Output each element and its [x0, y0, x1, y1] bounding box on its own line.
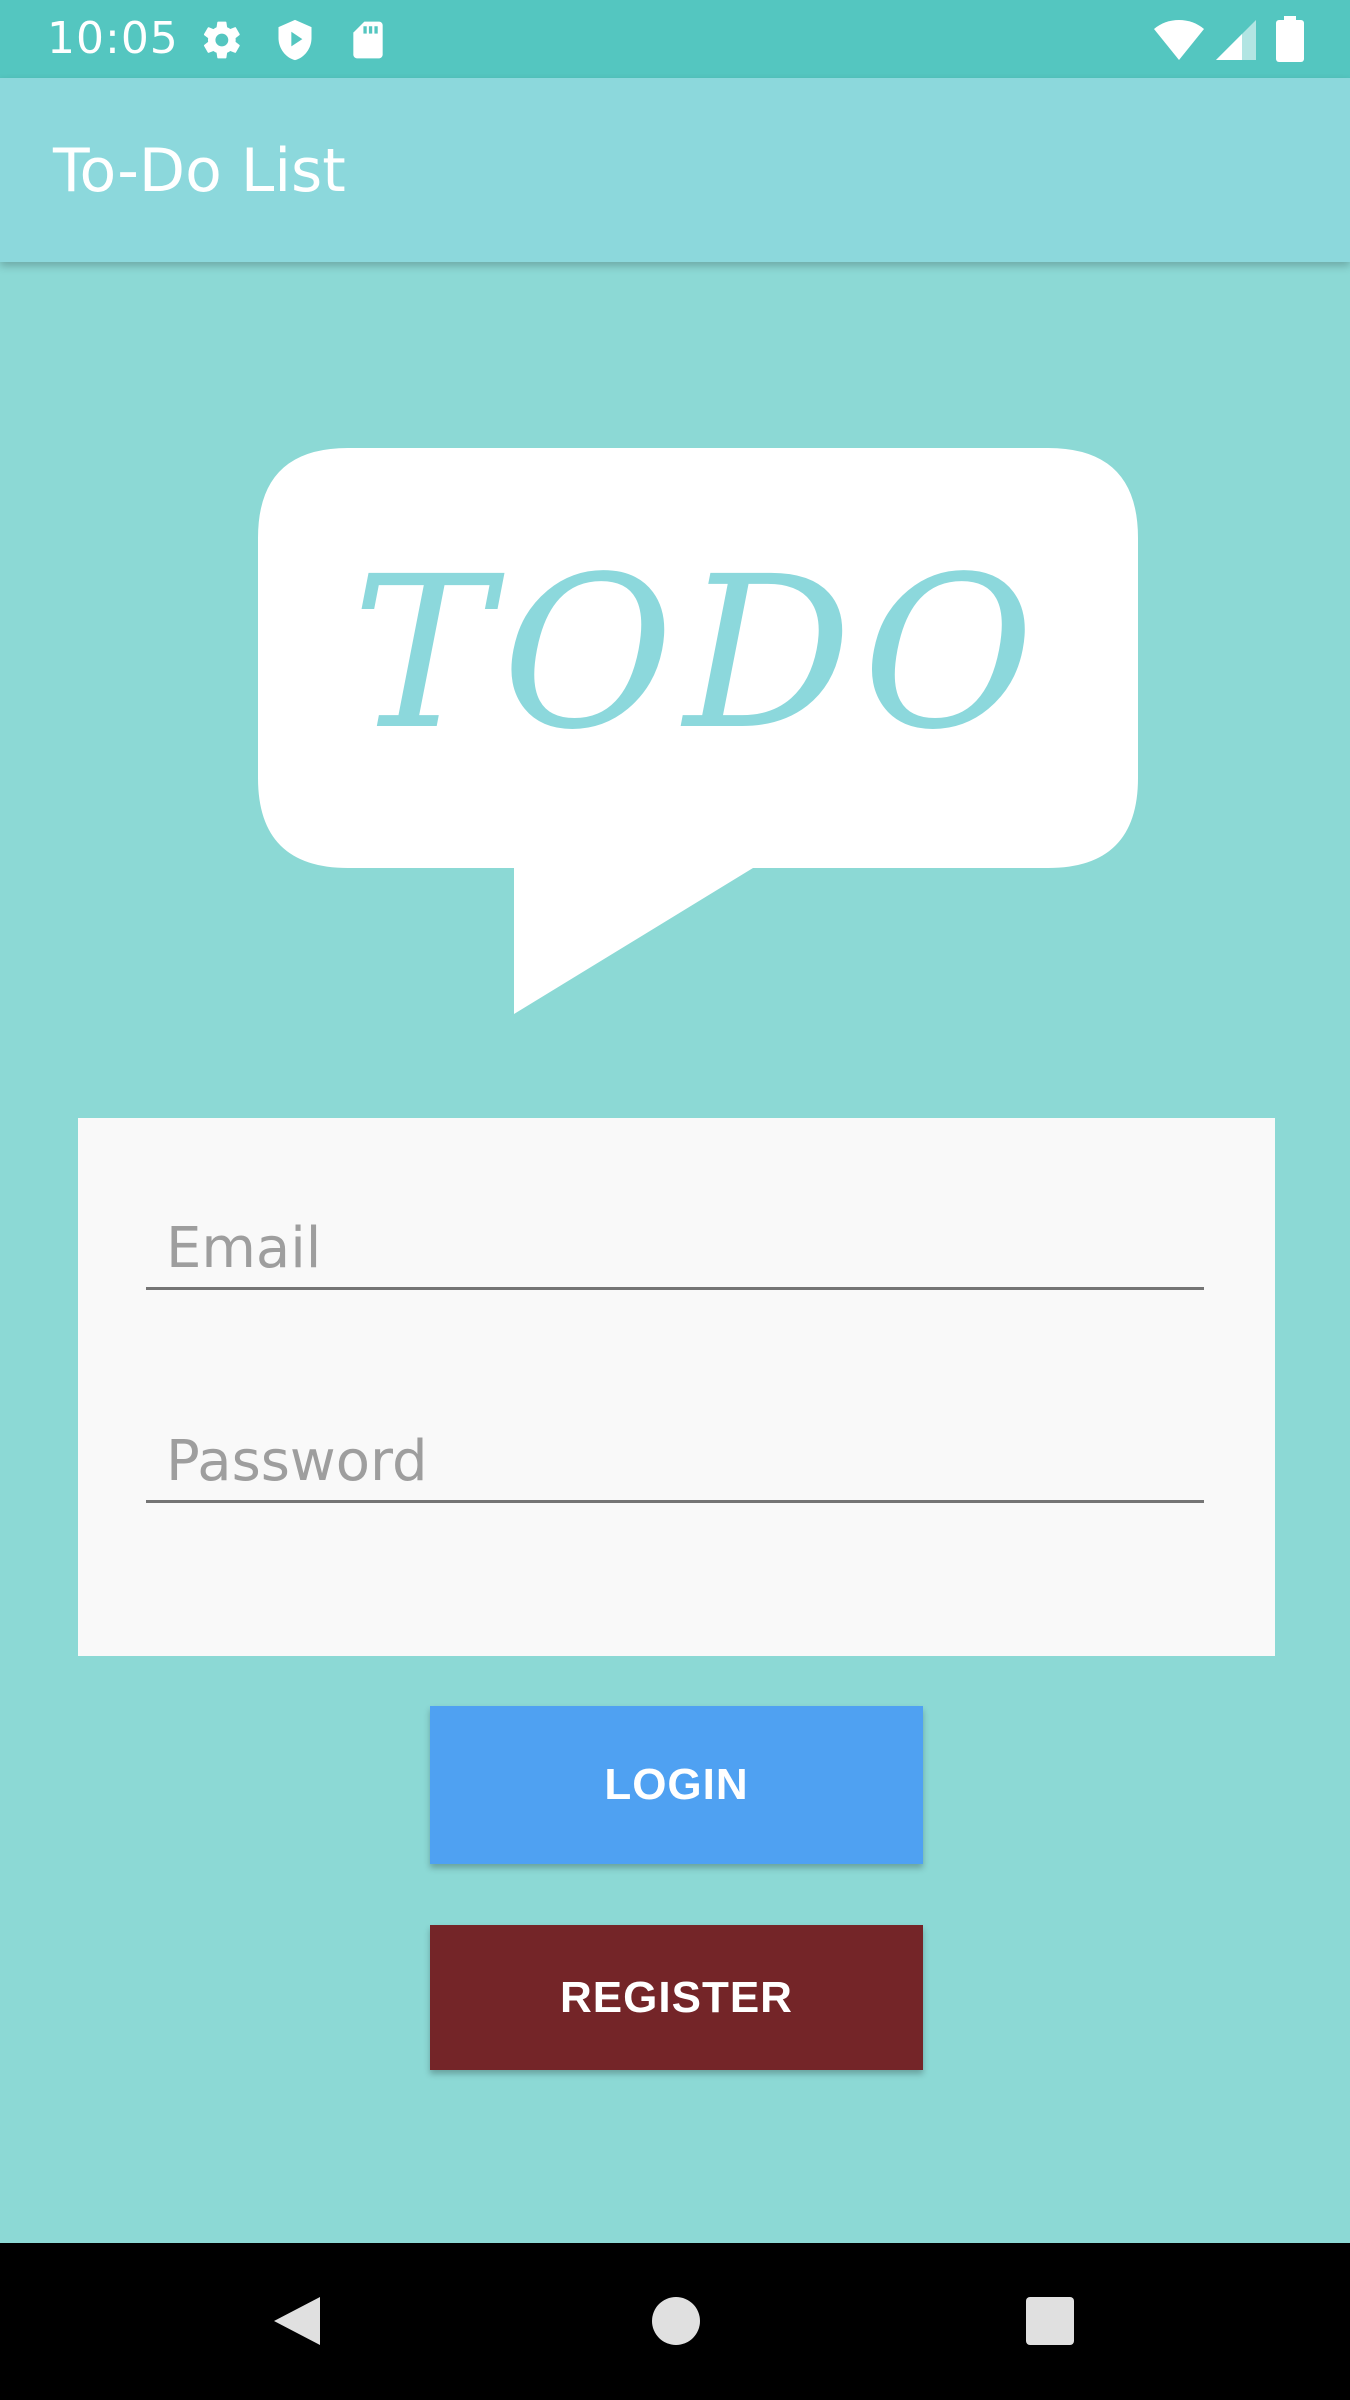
app-bar: To-Do List [0, 78, 1350, 262]
recents-square-icon[interactable] [1022, 2293, 1078, 2349]
battery-icon [1276, 16, 1304, 62]
wifi-icon [1154, 20, 1204, 60]
shield-play-icon [278, 19, 312, 61]
status-time: 10:05 [47, 13, 179, 64]
register-button[interactable]: REGISTER [430, 1925, 923, 2070]
sd-card-icon [353, 21, 383, 59]
speech-bubble-logo: TODO [258, 448, 1138, 1014]
login-button[interactable]: LOGIN [430, 1706, 923, 1864]
gear-icon [203, 21, 240, 59]
system-navigation-bar [0, 2243, 1350, 2400]
login-form-card [78, 1118, 1275, 1656]
email-field[interactable] [146, 1210, 1204, 1290]
logo-text: TODO [352, 531, 1045, 776]
status-bar: 10:05 [0, 0, 1350, 78]
password-field[interactable] [146, 1423, 1204, 1503]
cell-signal-icon [1216, 20, 1256, 60]
back-triangle-icon[interactable] [270, 2293, 326, 2349]
home-circle-icon[interactable] [648, 2293, 704, 2349]
app-title: To-Do List [53, 136, 346, 206]
